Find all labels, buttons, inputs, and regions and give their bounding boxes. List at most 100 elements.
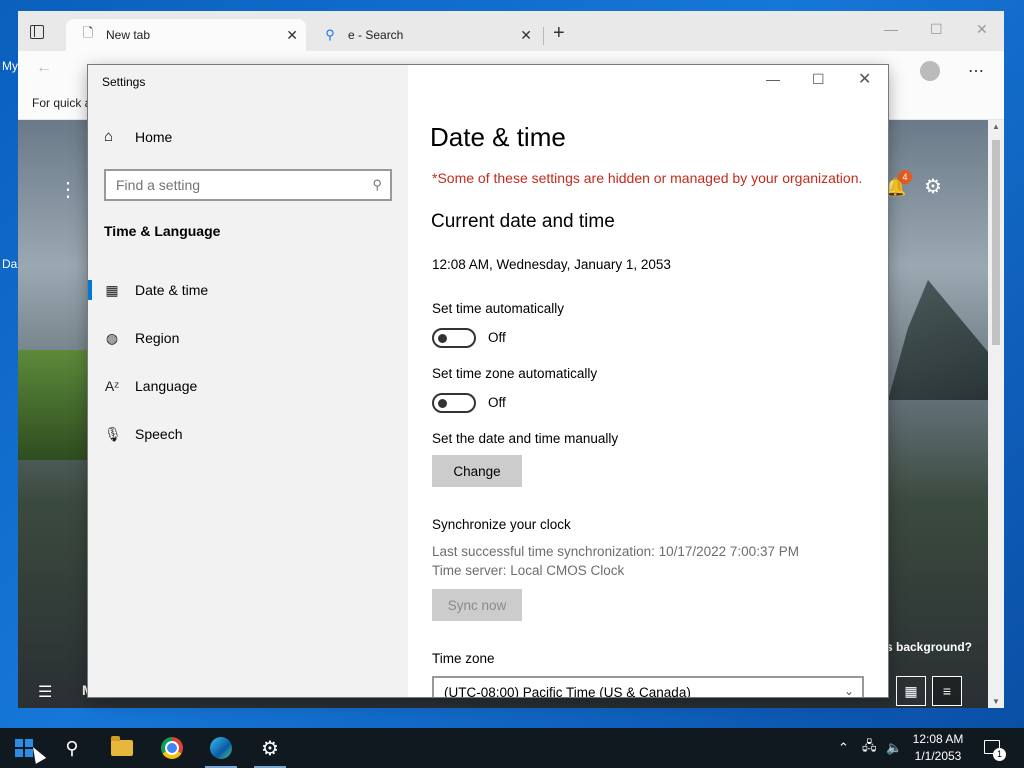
menu-icon[interactable]: ☰ bbox=[38, 682, 52, 702]
chevron-up-icon: ⌃ bbox=[838, 740, 849, 755]
calendar-clock-icon: ▦ bbox=[105, 281, 119, 298]
manual-set-label: Set the date and time manually bbox=[432, 431, 619, 446]
nav-label: Date & time bbox=[135, 282, 209, 298]
minimize-icon[interactable]: — bbox=[766, 71, 780, 87]
nav-item-date-time[interactable]: ▦ Date & time bbox=[88, 270, 408, 310]
set-time-auto-toggle[interactable] bbox=[432, 328, 476, 348]
taskbar: ⚲ ⚙ ⌃ 🖧 🔈 12:08 AM 1/1/2053 1 bbox=[0, 728, 1024, 768]
settings-nav-pane: Settings ⌂ Home ⚲ Time & Language ▦ Date… bbox=[88, 65, 408, 697]
settings-content-pane: — ☐ ✕ Date & time *Some of these setting… bbox=[408, 65, 888, 697]
search-button[interactable]: ⚲ bbox=[48, 728, 96, 768]
tab-label: e - Search bbox=[348, 28, 404, 42]
nav-item-region[interactable]: ◍ Region bbox=[88, 318, 408, 358]
set-tz-auto-label: Set time zone automatically bbox=[432, 366, 598, 381]
nav-item-speech[interactable]: 🎙 Speech bbox=[88, 414, 408, 454]
notification-badge: 4 bbox=[898, 170, 912, 184]
globe-icon: ◍ bbox=[105, 329, 119, 346]
maximize-icon[interactable]: ☐ bbox=[930, 21, 943, 38]
file-explorer-button[interactable] bbox=[98, 728, 146, 768]
microphone-icon: 🎙 bbox=[104, 425, 122, 442]
time-zone-dropdown[interactable]: (UTC-08:00) Pacific Time (US & Canada) ⌄ bbox=[432, 676, 864, 697]
show-hidden-icons[interactable]: ⌃ bbox=[838, 728, 849, 768]
edge-icon bbox=[210, 737, 232, 759]
toggle-knob bbox=[438, 399, 447, 408]
minimize-icon[interactable]: — bbox=[884, 21, 898, 37]
scroll-up-icon[interactable]: ▲ bbox=[992, 122, 1000, 131]
tab-actions-icon[interactable] bbox=[30, 25, 44, 39]
search-icon: ⚲ bbox=[325, 27, 335, 42]
change-button[interactable]: Change bbox=[432, 455, 522, 487]
toggle-state: Off bbox=[488, 395, 506, 410]
managed-by-org-note: *Some of these settings are hidden or ma… bbox=[432, 170, 863, 186]
sync-now-button[interactable]: Sync now bbox=[432, 589, 522, 621]
tab-search[interactable]: ⚲ e - Search ✕ bbox=[308, 19, 540, 51]
nav-label: Speech bbox=[135, 426, 183, 442]
find-setting-search[interactable]: ⚲ bbox=[104, 169, 392, 201]
clock-date: 1/1/2053 bbox=[914, 749, 962, 763]
home-icon: ⌂ bbox=[104, 128, 114, 145]
search-input[interactable] bbox=[106, 171, 376, 199]
notification-count-badge: 1 bbox=[993, 748, 1006, 761]
chevron-down-icon: ⌄ bbox=[843, 684, 854, 697]
folder-icon bbox=[111, 736, 133, 756]
network-icon[interactable]: 🖧 bbox=[862, 728, 877, 768]
scroll-down-icon[interactable]: ▼ bbox=[992, 697, 1000, 706]
chrome-icon bbox=[161, 737, 183, 759]
search-icon[interactable]: ⚲ bbox=[372, 177, 382, 193]
close-icon[interactable]: ✕ bbox=[858, 69, 871, 89]
background-grass bbox=[18, 350, 88, 460]
time-zone-label: Time zone bbox=[432, 651, 495, 666]
search-icon: ⚲ bbox=[65, 737, 79, 758]
home-label: Home bbox=[135, 128, 173, 145]
page-title: Date & time bbox=[430, 122, 566, 152]
chrome-button[interactable] bbox=[148, 728, 196, 768]
window-title: Settings bbox=[102, 75, 146, 89]
close-tab-icon[interactable]: ✕ bbox=[520, 27, 532, 44]
last-sync-text: Last successful time synchronization: 10… bbox=[432, 544, 799, 559]
nav-label: Region bbox=[135, 330, 180, 346]
section-header: Time & Language bbox=[104, 223, 221, 239]
set-tz-auto-toggle[interactable] bbox=[432, 393, 476, 413]
tab-bar: 🗋 New tab ✕ ⚲ e - Search ✕ + — ☐ ✕ bbox=[18, 11, 1004, 51]
tab-label: New tab bbox=[106, 28, 151, 42]
maximize-icon[interactable]: ☐ bbox=[812, 71, 825, 88]
tab-separator bbox=[543, 27, 544, 45]
clock-time: 12:08 AM bbox=[912, 732, 964, 746]
page-settings-icon[interactable]: ⚙ bbox=[924, 174, 942, 199]
time-zone-value: (UTC-08:00) Pacific Time (US & Canada) bbox=[444, 685, 691, 697]
toggle-state: Off bbox=[488, 330, 506, 345]
tab-new-tab[interactable]: 🗋 New tab ✕ bbox=[66, 19, 306, 51]
nav-item-language[interactable]: Aᶻ Language bbox=[88, 366, 408, 406]
favorites-hint: For quick a bbox=[32, 96, 92, 110]
page-icon: 🗋 bbox=[82, 25, 94, 40]
new-tab-button[interactable]: + bbox=[553, 22, 565, 45]
toggle-knob bbox=[438, 334, 447, 343]
language-icon: Aᶻ bbox=[104, 378, 120, 394]
edge-button[interactable] bbox=[197, 728, 245, 768]
set-time-auto-label: Set time automatically bbox=[432, 301, 565, 316]
background-question[interactable]: s background? bbox=[886, 640, 972, 654]
close-icon[interactable]: ✕ bbox=[976, 21, 988, 38]
current-date-time-value: 12:08 AM, Wednesday, January 1, 2053 bbox=[432, 257, 671, 272]
back-arrow-icon[interactable]: ← bbox=[36, 59, 52, 77]
sync-heading: Synchronize your clock bbox=[432, 517, 571, 532]
gear-icon: ⚙ bbox=[261, 737, 279, 760]
system-clock[interactable]: 12:08 AM 1/1/2053 bbox=[905, 731, 971, 765]
nav-label: Language bbox=[135, 378, 198, 394]
current-date-time-heading: Current date and time bbox=[431, 211, 615, 232]
list-view-icon[interactable]: ≡ bbox=[932, 676, 962, 706]
close-tab-icon[interactable]: ✕ bbox=[286, 27, 298, 44]
desktop-icon-label[interactable]: Da bbox=[2, 257, 17, 271]
grid-view-icon[interactable]: ▦ bbox=[896, 676, 926, 706]
settings-window: Settings ⌂ Home ⚲ Time & Language ▦ Date… bbox=[88, 65, 888, 697]
settings-taskbar-button[interactable]: ⚙ bbox=[246, 728, 294, 768]
more-options-icon[interactable]: ⋯ bbox=[968, 61, 985, 81]
background-rock bbox=[888, 280, 988, 400]
profile-avatar[interactable] bbox=[920, 61, 940, 81]
home-link[interactable]: ⌂ Home bbox=[104, 128, 172, 145]
scroll-thumb[interactable] bbox=[992, 140, 1000, 345]
time-server-text: Time server: Local CMOS Clock bbox=[432, 563, 625, 578]
volume-icon[interactable]: 🔈 bbox=[886, 728, 902, 768]
desktop-icon-label[interactable]: My bbox=[2, 59, 18, 73]
vertical-scrollbar[interactable]: ▲ ▼ bbox=[988, 120, 1004, 708]
